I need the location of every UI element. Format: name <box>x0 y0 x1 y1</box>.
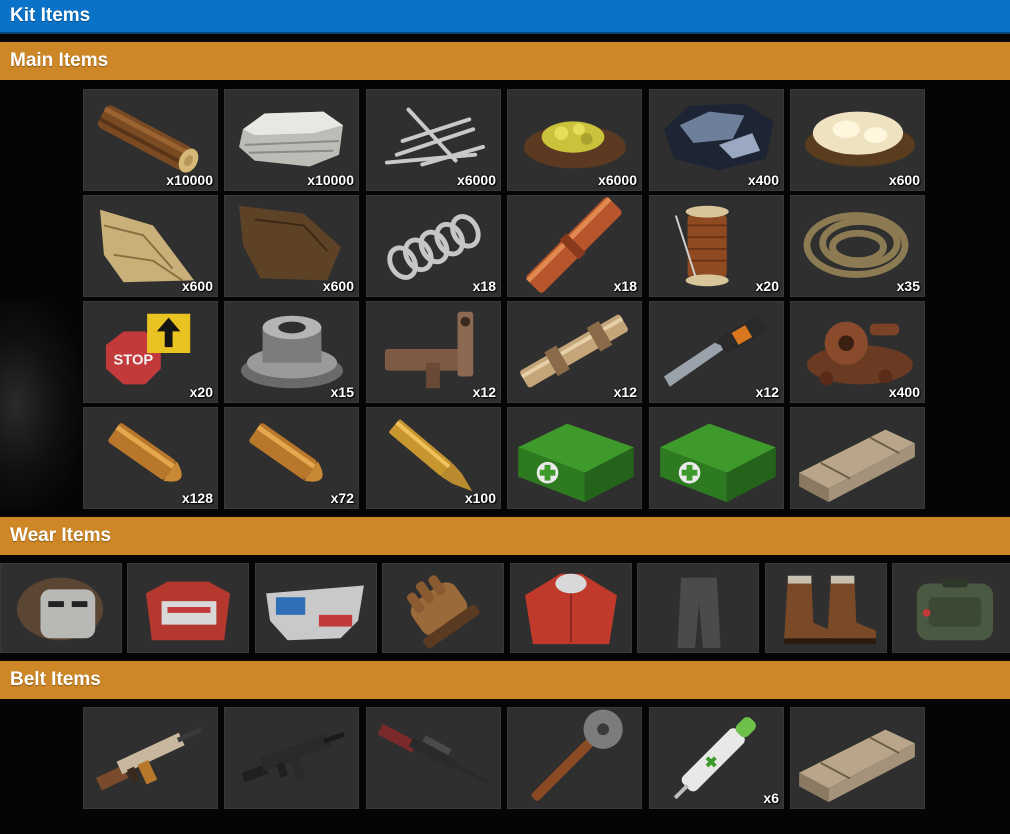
belt-item-slot[interactable]: x6 <box>649 707 784 809</box>
item-quantity: x6000 <box>598 172 637 188</box>
main-item-slot[interactable]: STOP x20 <box>83 301 218 403</box>
item-quantity: x12 <box>613 384 637 400</box>
item-quantity: x12 <box>472 384 496 400</box>
item-quantity: x100 <box>464 490 496 506</box>
main-item-slot[interactable] <box>790 407 925 509</box>
section-label-wear: Wear Items <box>10 525 112 546</box>
belt-item-slot[interactable] <box>83 707 218 809</box>
main-item-slot[interactable] <box>649 407 784 509</box>
wear-item-slot[interactable] <box>892 563 1010 653</box>
section-label-main: Main Items <box>10 50 109 71</box>
item-quantity: x6 <box>763 790 779 806</box>
main-item-slot[interactable]: x12 <box>507 301 642 403</box>
main-item-slot[interactable]: x600 <box>224 195 359 297</box>
section-label-belt: Belt Items <box>10 669 101 690</box>
belt-item-slot[interactable] <box>507 707 642 809</box>
belt-item-slot[interactable] <box>224 707 359 809</box>
main-item-slot[interactable]: x10000 <box>224 89 359 191</box>
wear-item-slot[interactable] <box>255 563 377 653</box>
item-quantity: x6000 <box>457 172 496 188</box>
main-item-slot[interactable]: x72 <box>224 407 359 509</box>
item-quantity: x15 <box>330 384 354 400</box>
item-quantity: x400 <box>888 384 920 400</box>
wear-item-slot[interactable] <box>765 563 887 653</box>
main-item-slot[interactable]: x128 <box>83 407 218 509</box>
main-item-slot[interactable]: x18 <box>366 195 501 297</box>
belt-item-slot[interactable] <box>366 707 501 809</box>
main-item-slot[interactable]: x600 <box>790 89 925 191</box>
item-quantity: x10000 <box>307 172 354 188</box>
main-item-slot[interactable]: x15 <box>224 301 359 403</box>
main-item-slot[interactable]: x12 <box>366 301 501 403</box>
main-item-slot[interactable]: x400 <box>649 89 784 191</box>
item-quantity: x600 <box>322 278 354 294</box>
wear-item-slot[interactable] <box>510 563 632 653</box>
main-item-slot[interactable]: x12 <box>649 301 784 403</box>
item-quantity: x18 <box>472 278 496 294</box>
item-quantity: x18 <box>613 278 637 294</box>
main-item-slot[interactable]: x20 <box>649 195 784 297</box>
wear-item-slot[interactable] <box>382 563 504 653</box>
wear-item-slot[interactable] <box>637 563 759 653</box>
item-quantity: x400 <box>747 172 779 188</box>
section-header-wear: Wear Items <box>0 515 1010 555</box>
background-shadow <box>0 300 82 510</box>
section-header-belt: Belt Items <box>0 659 1010 699</box>
item-quantity: x10000 <box>166 172 213 188</box>
item-quantity: x600 <box>888 172 920 188</box>
item-quantity: x72 <box>330 490 354 506</box>
main-item-slot[interactable]: x35 <box>790 195 925 297</box>
main-item-slot[interactable]: x400 <box>790 301 925 403</box>
main-item-slot[interactable]: x18 <box>507 195 642 297</box>
item-quantity: x20 <box>755 278 779 294</box>
item-quantity: x600 <box>181 278 213 294</box>
wear-item-slot[interactable] <box>127 563 249 653</box>
page-title-text: Kit Items <box>10 5 91 26</box>
main-item-slot[interactable]: x600 <box>83 195 218 297</box>
page-title: Kit Items <box>0 0 1010 34</box>
main-item-slot[interactable]: x10000 <box>83 89 218 191</box>
item-quantity: x35 <box>896 278 920 294</box>
section-header-main: Main Items <box>0 40 1010 80</box>
item-quantity: x12 <box>755 384 779 400</box>
wear-item-slot[interactable] <box>0 563 122 653</box>
belt-item-slot[interactable] <box>790 707 925 809</box>
main-item-slot[interactable]: x6000 <box>366 89 501 191</box>
main-item-slot[interactable] <box>507 407 642 509</box>
item-quantity: x20 <box>189 384 213 400</box>
item-quantity: x128 <box>181 490 213 506</box>
main-item-slot[interactable]: x6000 <box>507 89 642 191</box>
svg-text:STOP: STOP <box>113 353 153 369</box>
main-item-slot[interactable]: x100 <box>366 407 501 509</box>
